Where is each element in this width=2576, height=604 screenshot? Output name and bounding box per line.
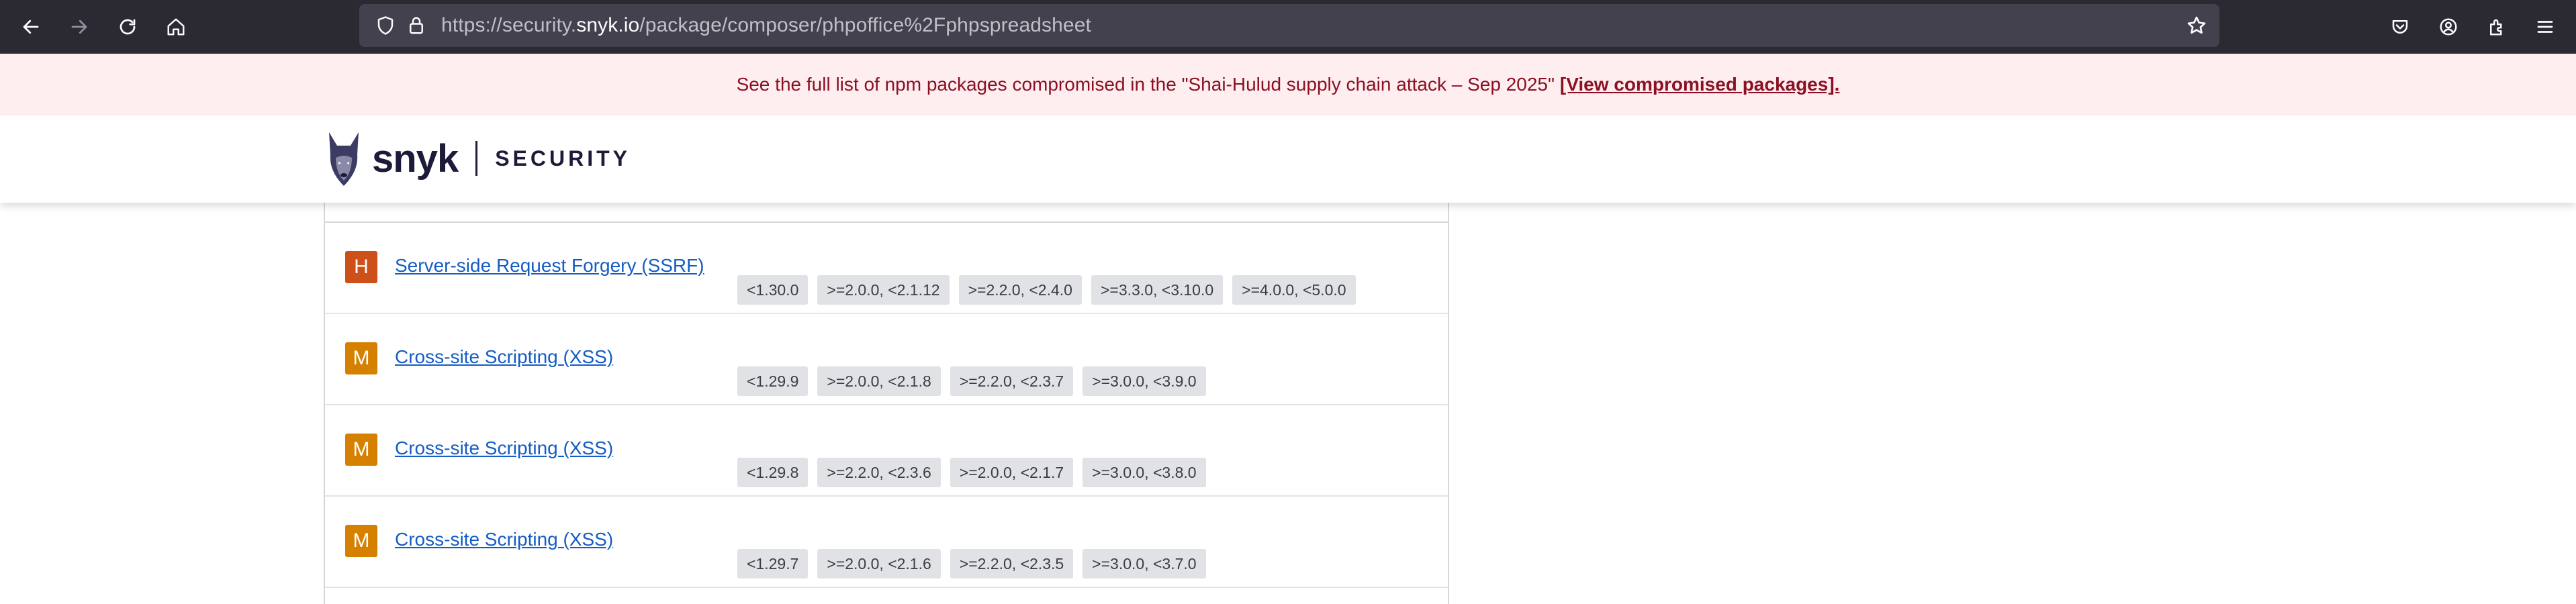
vulnerability-link[interactable]: Server-side Request Forgery (SSRF): [395, 255, 704, 276]
vulnerability-link[interactable]: Cross-site Scripting (XSS): [395, 529, 613, 550]
table-row: M Cross-site Scripting (XSS) <1.29.8 >=2…: [325, 405, 1448, 497]
version-range-chip: >=2.2.0, <2.4.0: [958, 275, 1082, 305]
version-range-chip: <1.29.9: [737, 366, 809, 396]
version-range-chip: <1.29.7: [737, 549, 809, 578]
site-header: snyk SECURITY: [0, 115, 2576, 203]
home-icon: [167, 18, 185, 36]
severity-badge-medium: M: [345, 434, 377, 466]
vulnerability-link[interactable]: Cross-site Scripting (XSS): [395, 346, 613, 368]
account-button[interactable]: [2432, 11, 2465, 43]
table-row: M Cross-site Scripting (XSS) <1.29.9 >=2…: [325, 314, 1448, 405]
view-compromised-packages-link[interactable]: [View compromised packages].: [1560, 74, 1840, 95]
home-button[interactable]: [160, 11, 192, 43]
vulnerable-versions: <1.30.0 >=2.0.0, <2.1.12 >=2.2.0, <2.4.0…: [737, 275, 1356, 305]
menu-icon: [2537, 21, 2553, 33]
version-range-chip: >=4.0.0, <5.0.0: [1232, 275, 1356, 305]
forward-icon: [71, 19, 87, 34]
shield-icon[interactable]: [375, 15, 396, 36]
version-range-chip: >=3.0.0, <3.9.0: [1083, 366, 1206, 396]
banner-text: See the full list of npm packages compro…: [736, 74, 1555, 95]
announcement-banner: See the full list of npm packages compro…: [0, 54, 2576, 117]
severity-badge-medium: M: [345, 342, 377, 374]
reload-button[interactable]: [111, 11, 144, 43]
version-range-chip: >=3.3.0, <3.10.0: [1091, 275, 1224, 305]
version-range-chip: >=2.2.0, <2.3.7: [950, 366, 1074, 396]
vulnerable-versions: <1.29.9 >=2.0.0, <2.1.8 >=2.2.0, <2.3.7 …: [737, 366, 1206, 396]
star-icon[interactable]: [2186, 15, 2207, 36]
version-range-chip: <1.29.8: [737, 458, 809, 487]
menu-button[interactable]: [2529, 11, 2561, 43]
vulnerable-versions: <1.29.7 >=2.0.0, <2.1.6 >=2.2.0, <2.3.5 …: [737, 549, 1206, 578]
version-range-chip: >=2.0.0, <2.1.8: [817, 366, 941, 396]
url-host: snyk.io: [576, 14, 640, 36]
extensions-button[interactable]: [2481, 11, 2513, 43]
version-range-chip: >=2.0.0, <2.1.12: [817, 275, 950, 305]
url-prefix: https://security.: [441, 14, 577, 36]
version-range-chip: <1.30.0: [737, 275, 809, 305]
severity-badge-high: H: [345, 251, 377, 283]
vulnerability-link[interactable]: Cross-site Scripting (XSS): [395, 438, 613, 459]
snyk-security-logo[interactable]: snyk SECURITY: [324, 125, 631, 192]
logo-divider: [475, 141, 478, 176]
back-icon: [23, 19, 39, 34]
logo-subtitle: SECURITY: [495, 146, 631, 170]
url-bar[interactable]: https://security.snyk.io/package/compose…: [359, 4, 2219, 47]
snyk-dog-icon: [329, 132, 359, 186]
vulnerability-table: H Server-side Request Forgery (SSRF) <1.…: [324, 201, 1449, 604]
version-range-chip: >=2.2.0, <2.3.5: [950, 549, 1074, 578]
back-button[interactable]: [15, 11, 47, 43]
severity-badge-medium: M: [345, 525, 377, 557]
lock-icon[interactable]: [406, 15, 426, 36]
table-row: H Server-side Request Forgery (SSRF) <1.…: [325, 223, 1448, 314]
vulnerable-versions: <1.29.8 >=2.2.0, <2.3.6 >=2.0.0, <2.1.7 …: [737, 458, 1206, 487]
reload-icon: [120, 19, 136, 35]
version-range-chip: >=2.2.0, <2.3.6: [817, 458, 941, 487]
pocket-button[interactable]: [2384, 11, 2416, 43]
extensions-icon: [2490, 19, 2502, 36]
browser-toolbar: https://security.snyk.io/package/compose…: [0, 0, 2576, 54]
logo-wordmark: snyk: [372, 136, 459, 181]
table-row: M Cross-site Scripting (XSS) <1.29.7 >=2…: [325, 497, 1448, 588]
version-range-chip: >=3.0.0, <3.7.0: [1083, 549, 1206, 578]
version-range-chip: >=2.0.0, <2.1.7: [950, 458, 1074, 487]
forward-button[interactable]: [63, 11, 95, 43]
url-path: /package/composer/phpoffice%2Fphpspreads…: [639, 14, 1091, 36]
account-icon: [2440, 18, 2457, 36]
version-range-chip: >=2.0.0, <2.1.6: [817, 549, 941, 578]
url-text[interactable]: https://security.snyk.io/package/compose…: [441, 4, 1091, 47]
pocket-icon: [2392, 20, 2408, 34]
version-range-chip: >=3.0.0, <3.8.0: [1083, 458, 1206, 487]
